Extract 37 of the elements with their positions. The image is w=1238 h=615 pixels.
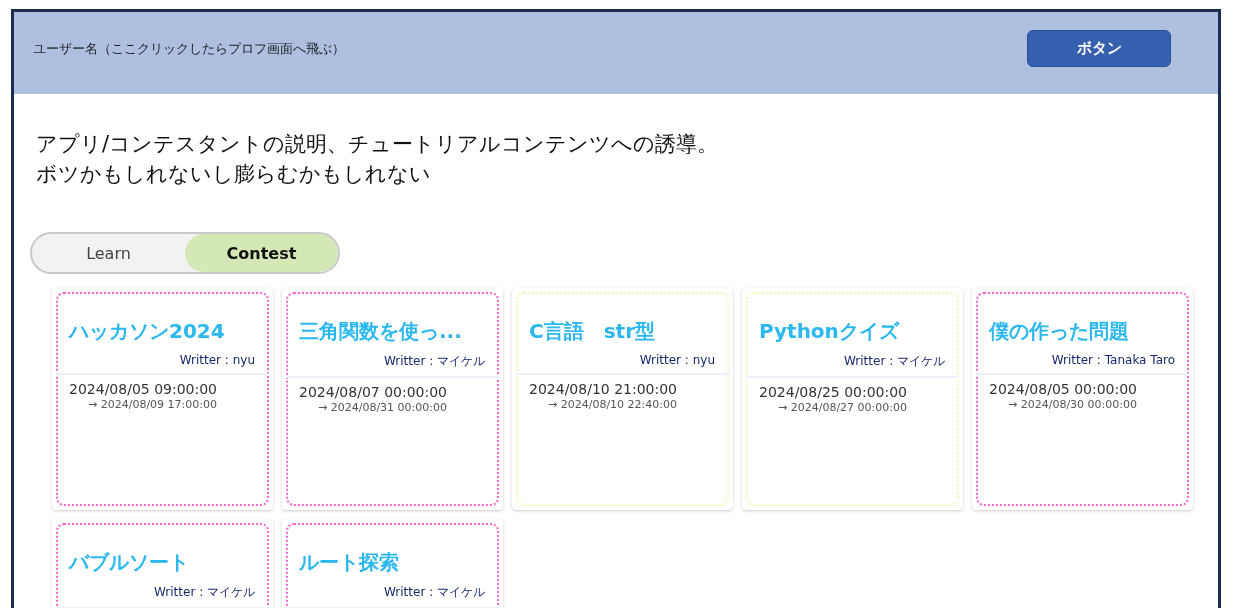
end-datetime: → 2024/08/31 00:00:00 <box>317 400 448 414</box>
writer-text: Writter : nyu <box>638 352 716 369</box>
writer-text: Writter : マイケル <box>843 353 946 370</box>
start-datetime: 2024/08/07 00:00:00 <box>298 383 449 400</box>
contest-card[interactable]: ルート探索 Writter : マイケル <box>282 519 503 608</box>
contest-card[interactable]: バブルソート Writter : マイケル <box>52 519 273 608</box>
mode-tab[interactable]: Learn <box>32 234 185 272</box>
contest-card[interactable]: 三角関数を使っ... Writter : マイケル 2024/08/07 00:00:00 → 2024/08/31 00:00:00 <box>282 288 503 510</box>
contest-card[interactable]: C言語 str型 Writter : nyu 2024/08/10 21:00:00 → 2024/08/10 22:40:00 <box>512 288 733 510</box>
end-datetime: → 2024/08/30 00:00:00 <box>1007 397 1138 411</box>
card-title: C言語 str型 <box>528 318 656 345</box>
writer-text: Writter : マイケル <box>153 584 256 601</box>
header-button[interactable]: ボタン <box>1027 29 1171 67</box>
writer-text: Writter : nyu <box>178 352 256 369</box>
contest-card[interactable]: Pythonクイズ Writter : マイケル 2024/08/25 00:00:00 → 2024/08/27 00:00:00 <box>742 288 963 510</box>
writer-text: Writter : マイケル <box>383 353 486 370</box>
card-title: 三角関数を使っ... <box>298 318 463 345</box>
intro-text: アプリ/コンテスタントの説明、チュートリアルコンテンツへの誘導。 <box>36 131 720 158</box>
end-datetime: → 2024/08/09 17:00:00 <box>87 397 218 411</box>
start-datetime: 2024/08/25 00:00:00 <box>758 383 909 400</box>
start-datetime: 2024/08/05 09:00:00 <box>68 380 219 397</box>
start-datetime: 2024/08/10 21:00:00 <box>528 380 679 397</box>
card-title: Pythonクイズ <box>758 318 901 345</box>
start-datetime: 2024/08/05 00:00:00 <box>988 380 1139 397</box>
contest-card[interactable]: ハッカソン2024 Writter : nyu 2024/08/05 09:00:00 → 2024/08/09 17:00:00 <box>52 288 273 510</box>
writer-text: Writter : Tanaka Taro <box>1050 352 1176 369</box>
end-datetime: → 2024/08/27 00:00:00 <box>777 400 908 414</box>
end-datetime: → 2024/08/10 22:40:00 <box>547 397 678 411</box>
card-title: ルート探索 <box>298 549 400 576</box>
card-title: ハッカソン2024 <box>67 318 226 345</box>
username-link[interactable]: ユーザー名（ここクリックしたらプロフ画面へ飛ぶ） <box>33 40 345 58</box>
contest-card[interactable]: 僕の作った問題 Writter : Tanaka Taro 2024/08/05 00:00:00 → 2024/08/30 00:00:00 <box>972 288 1193 510</box>
card-title: 僕の作った問題 <box>988 318 1130 345</box>
mode-tab[interactable]: Contest <box>185 234 338 272</box>
card-title: バブルソート <box>67 549 190 576</box>
intro-text: ボツかもしれないし膨らむかもしれない <box>36 161 432 188</box>
writer-text: Writter : マイケル <box>383 584 486 601</box>
